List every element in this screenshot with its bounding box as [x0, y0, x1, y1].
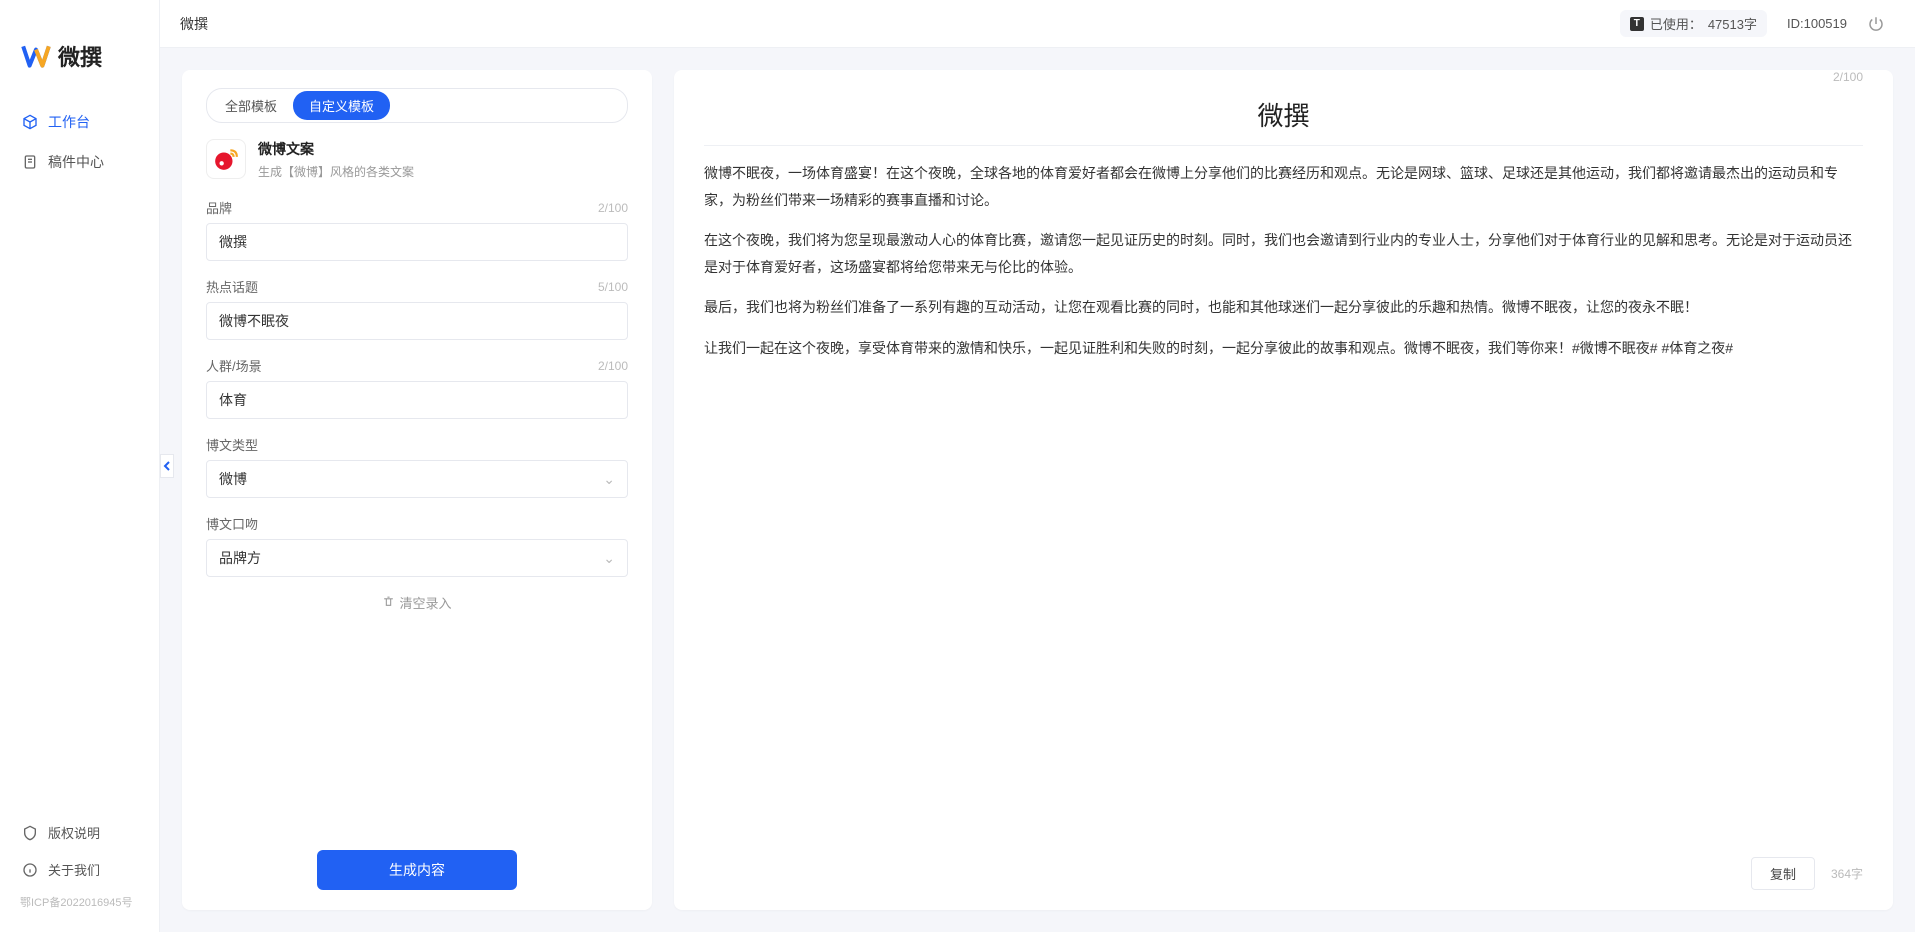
- info-icon: [22, 862, 38, 878]
- chevron-down-icon: ⌄: [603, 550, 615, 567]
- clear-button[interactable]: 清空录入: [206, 593, 628, 612]
- sidebar: 微撰 工作台 稿件中心: [0, 0, 160, 932]
- tone-select-value: 品牌方: [219, 548, 261, 568]
- chevron-down-icon: ⌄: [603, 471, 615, 488]
- sidebar-bottom: 版权说明 关于我们 鄂ICP备2022016945号: [0, 814, 159, 922]
- usage-label: 已使用：: [1650, 14, 1702, 33]
- topbar: 微撰 T 已使用： 47513字 ID:100519: [160, 0, 1915, 48]
- usage-badge[interactable]: T 已使用： 47513字: [1620, 10, 1767, 37]
- field-label-type: 博文类型: [206, 435, 258, 454]
- scene-input[interactable]: [206, 381, 628, 419]
- shield-icon: [22, 825, 38, 841]
- sidebar-item-label: 关于我们: [48, 860, 100, 879]
- template-desc: 生成【微博】风格的各类文案: [258, 163, 414, 180]
- template-tabs: 全部模板 自定义模板: [206, 88, 628, 123]
- weibo-icon: [206, 139, 246, 179]
- output-paragraph: 微博不眠夜，一场体育盛宴！在这个夜晚，全球各地的体育爱好者都会在微博上分享他们的…: [704, 160, 1863, 213]
- output-body: 微博不眠夜，一场体育盛宴！在这个夜晚，全球各地的体育爱好者都会在微博上分享他们的…: [704, 160, 1863, 845]
- sidebar-item-workspace[interactable]: 工作台: [0, 102, 159, 142]
- cube-icon: [22, 114, 38, 130]
- output-page-count: 2/100: [1833, 70, 1863, 84]
- output-paragraph: 最后，我们也将为粉丝们准备了一系列有趣的互动活动，让您在观看比赛的同时，也能和其…: [704, 294, 1863, 321]
- type-select[interactable]: 微博 ⌄: [206, 460, 628, 498]
- sidebar-item-drafts[interactable]: 稿件中心: [0, 142, 159, 182]
- sidebar-item-label: 版权说明: [48, 823, 100, 842]
- tab-custom-templates[interactable]: 自定义模板: [293, 91, 390, 120]
- template-header: 微博文案 生成【微博】风格的各类文案: [206, 139, 628, 180]
- field-count-scene: 2/100: [598, 359, 628, 373]
- field-count-brand: 2/100: [598, 201, 628, 215]
- template-title: 微博文案: [258, 139, 414, 159]
- logo-icon: [20, 40, 52, 72]
- output-divider: [704, 145, 1863, 146]
- field-label-tone: 博文口吻: [206, 514, 258, 533]
- tone-select[interactable]: 品牌方 ⌄: [206, 539, 628, 577]
- page-title: 微撰: [180, 14, 208, 34]
- sidebar-item-about[interactable]: 关于我们: [0, 851, 159, 888]
- brand-input[interactable]: [206, 223, 628, 261]
- sidebar-item-label: 工作台: [48, 112, 90, 132]
- type-select-value: 微博: [219, 469, 247, 489]
- brand-logo: 微撰: [0, 30, 159, 102]
- sidebar-collapse-handle[interactable]: [160, 454, 174, 478]
- sidebar-nav: 工作台 稿件中心: [0, 102, 159, 814]
- brand-name: 微撰: [58, 40, 102, 72]
- output-char-count: 364字: [1831, 865, 1863, 882]
- trash-icon: [382, 595, 395, 611]
- generate-button[interactable]: 生成内容: [317, 850, 517, 890]
- user-id: ID:100519: [1787, 16, 1847, 31]
- sidebar-item-copyright[interactable]: 版权说明: [0, 814, 159, 851]
- field-label-scene: 人群/场景: [206, 356, 262, 375]
- text-icon: T: [1630, 17, 1644, 31]
- field-label-brand: 品牌: [206, 198, 232, 217]
- output-paragraph: 让我们一起在这个夜晚，享受体育带来的激情和快乐，一起见证胜利和失败的时刻，一起分…: [704, 335, 1863, 362]
- output-paragraph: 在这个夜晚，我们将为您呈现最激动人心的体育比赛，邀请您一起见证历史的时刻。同时，…: [704, 227, 1863, 280]
- document-icon: [22, 154, 38, 170]
- sidebar-item-label: 稿件中心: [48, 152, 104, 172]
- icp-text: 鄂ICP备2022016945号: [0, 888, 159, 916]
- field-label-topic: 热点话题: [206, 277, 258, 296]
- power-icon[interactable]: [1867, 15, 1885, 33]
- output-title: 微撰: [704, 88, 1863, 139]
- topic-input[interactable]: [206, 302, 628, 340]
- output-panel: 微撰 2/100 微博不眠夜，一场体育盛宴！在这个夜晚，全球各地的体育爱好者都会…: [674, 70, 1893, 910]
- field-count-topic: 5/100: [598, 280, 628, 294]
- copy-button[interactable]: 复制: [1751, 857, 1815, 890]
- form-panel: 全部模板 自定义模板 微博文案 生成【微博】风格的各类文案 品牌: [182, 70, 652, 910]
- usage-value: 47513字: [1708, 14, 1757, 33]
- clear-label: 清空录入: [399, 593, 451, 612]
- tab-all-templates[interactable]: 全部模板: [209, 91, 293, 120]
